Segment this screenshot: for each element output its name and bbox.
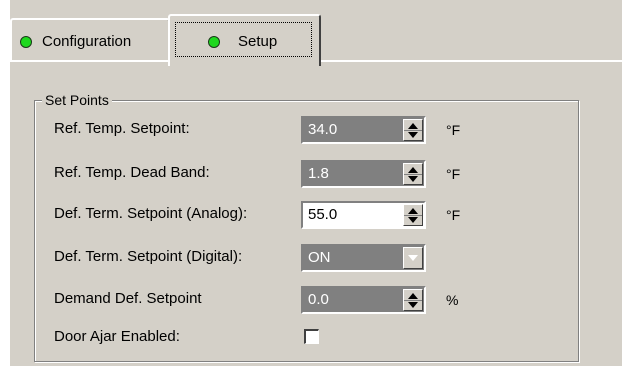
arrow-up-icon [408, 123, 418, 129]
group-title: Set Points [42, 92, 112, 108]
ref-temp-setpoint-label: Ref. Temp. Setpoint: [54, 120, 190, 137]
tab-configuration[interactable]: Configuration [10, 18, 170, 60]
def-term-setpoint-digital-dropdown[interactable]: ON [301, 244, 426, 272]
spin-divider [404, 174, 422, 175]
settings-panel: Configuration Setup Set Points Ref. Temp… [10, 0, 622, 366]
ref-temp-dead-band-label: Ref. Temp. Dead Band: [54, 164, 210, 181]
field-value: 1.8 [308, 165, 329, 182]
demand-def-setpoint-label: Demand Def. Setpoint [54, 290, 202, 307]
field-value: 34.0 [308, 121, 338, 138]
field-value: 0.0 [308, 291, 329, 308]
spin-divider [404, 300, 422, 301]
def-term-setpoint-analog-spinner[interactable]: 55.0 [301, 201, 426, 229]
unit-label: °F [446, 122, 461, 138]
dropdown-button[interactable] [403, 247, 423, 269]
tab-setup[interactable]: Setup [168, 14, 321, 66]
spin-buttons[interactable] [403, 163, 423, 185]
status-led-icon [20, 36, 32, 48]
status-led-icon [208, 36, 220, 48]
spin-divider [404, 130, 422, 131]
chevron-down-icon [408, 255, 418, 261]
field-value: 55.0 [308, 206, 338, 223]
spin-buttons[interactable] [403, 119, 423, 141]
arrow-down-icon [408, 176, 418, 182]
arrow-up-icon [408, 167, 418, 173]
spin-divider [404, 215, 422, 216]
ref-temp-dead-band-spinner[interactable]: 1.8 [301, 160, 426, 188]
demand-def-setpoint-spinner[interactable]: 0.0 [301, 286, 426, 314]
tab-label: Setup [238, 33, 278, 50]
door-ajar-label: Door Ajar Enabled: [54, 328, 180, 345]
arrow-up-icon [408, 293, 418, 299]
arrow-down-icon [408, 302, 418, 308]
arrow-down-icon [408, 217, 418, 223]
arrow-up-icon [408, 208, 418, 214]
ref-temp-setpoint-spinner[interactable]: 34.0 [301, 116, 426, 144]
unit-label: % [446, 292, 459, 308]
tab-label: Configuration [42, 33, 132, 50]
spin-buttons[interactable] [403, 289, 423, 311]
def-term-setpoint-digital-label: Def. Term. Setpoint (Digital): [54, 248, 243, 265]
tab-strip-line [10, 60, 170, 62]
field-value: ON [308, 249, 331, 266]
tab-strip-line [320, 60, 622, 62]
spin-buttons[interactable] [403, 204, 423, 226]
def-term-setpoint-analog-label: Def. Term. Setpoint (Analog): [54, 205, 248, 222]
unit-label: °F [446, 207, 461, 223]
door-ajar-checkbox[interactable] [304, 329, 319, 344]
unit-label: °F [446, 166, 461, 182]
arrow-down-icon [408, 132, 418, 138]
